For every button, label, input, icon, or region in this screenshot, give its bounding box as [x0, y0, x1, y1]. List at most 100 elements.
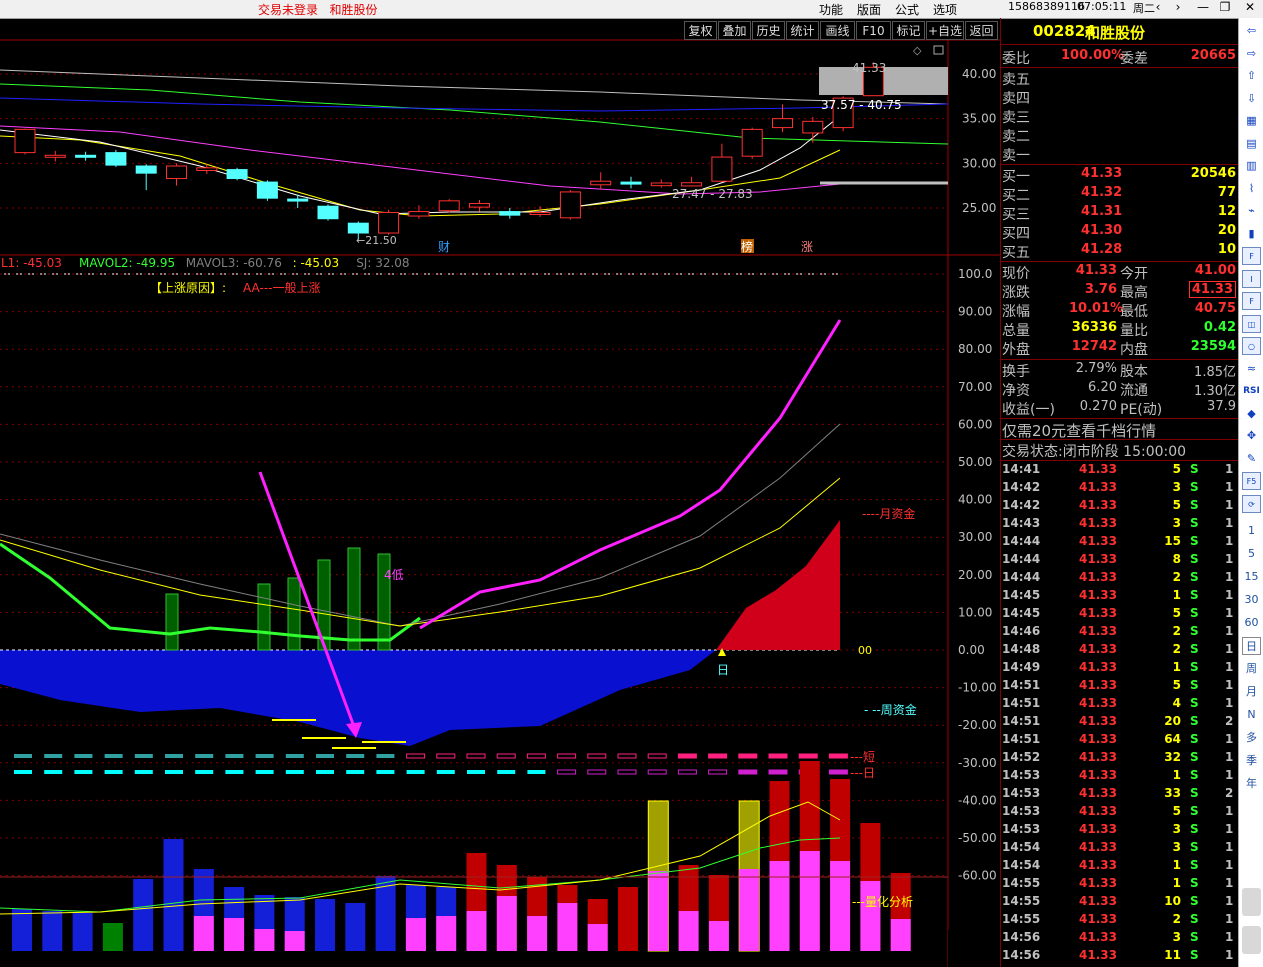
sell-row[interactable]: 卖一 — [1001, 144, 1238, 164]
tick-row[interactable]: 14:55 41.33 2 S 1 — [1001, 911, 1238, 929]
menu-layout[interactable]: 版面 — [857, 1, 881, 18]
btn-fuquan[interactable]: 复权 — [684, 21, 717, 40]
btn-back[interactable]: 返回 — [965, 21, 998, 40]
buy-row[interactable]: 买三 41.31 12 — [1001, 203, 1238, 223]
refresh-icon[interactable]: ⟳ — [1242, 494, 1261, 513]
period-60[interactable]: 60 — [1242, 614, 1261, 632]
period-N[interactable]: N — [1242, 706, 1261, 724]
tick-row[interactable]: 14:53 41.33 33 S 2 — [1001, 785, 1238, 803]
tick-row[interactable]: 14:56 41.33 3 S 1 — [1001, 929, 1238, 947]
buy-row[interactable]: 买一 41.33 20546 — [1001, 165, 1238, 185]
period-周[interactable]: 周 — [1242, 660, 1261, 678]
period-年[interactable]: 年 — [1242, 775, 1261, 793]
buy-row[interactable]: 买二 41.32 77 — [1001, 184, 1238, 204]
kline-icon[interactable]: ▥ — [1242, 157, 1261, 175]
chart-area[interactable]: 40.00 35.00 30.00 25.00 ◇ 41.33 37.57 - 40.75 2… — [0, 18, 1000, 967]
period-15[interactable]: 15 — [1242, 568, 1261, 586]
tick-row[interactable]: 14:53 41.33 3 S 1 — [1001, 821, 1238, 839]
minimize-icon[interactable]: — — [1193, 0, 1213, 14]
tick-row[interactable]: 14:55 41.33 1 S 1 — [1001, 875, 1238, 893]
tick-row[interactable]: 14:49 41.33 1 S 1 — [1001, 659, 1238, 677]
circle-icon[interactable]: ○ — [1242, 337, 1261, 355]
tick-row[interactable]: 14:46 41.33 2 S 1 — [1001, 623, 1238, 641]
tick-row[interactable]: 14:55 41.33 10 S 1 — [1001, 893, 1238, 911]
back-arrow-icon[interactable]: ‹ — [1148, 0, 1168, 14]
tick-row[interactable]: 14:54 41.33 3 S 1 — [1001, 839, 1238, 857]
tick-row[interactable]: 14:53 41.33 1 S 1 — [1001, 767, 1238, 785]
stat-value: 6.20 — [1088, 380, 1117, 395]
period-5[interactable]: 5 — [1242, 545, 1261, 563]
tick-row[interactable]: 14:44 41.33 8 S 1 — [1001, 551, 1238, 569]
tick-row[interactable]: 14:42 41.33 5 S 1 — [1001, 497, 1238, 515]
sell-row[interactable]: 卖二 — [1001, 125, 1238, 145]
btn-mark[interactable]: 标记 — [892, 21, 925, 40]
bars-icon[interactable]: ▮ — [1242, 225, 1261, 243]
promo-link[interactable]: 仅需20元查看千档行情 — [1001, 419, 1238, 441]
btn-add-favorite[interactable]: +自选 — [926, 21, 964, 40]
btn-draw[interactable]: 画线 — [820, 21, 855, 40]
f5-icon[interactable]: F5 — [1242, 472, 1261, 490]
arrow-left-icon[interactable]: ⇦ — [1242, 22, 1261, 40]
buy-row[interactable]: 买五 41.28 10 — [1001, 241, 1238, 261]
f2-icon[interactable]: F — [1242, 292, 1261, 310]
chart-canvas[interactable]: 40.00 35.00 30.00 25.00 ◇ 41.33 37.57 - 40.75 2… — [0, 18, 1000, 967]
period-日[interactable]: 日 — [1242, 637, 1261, 655]
tick-row[interactable]: 14:43 41.33 3 S 1 — [1001, 515, 1238, 533]
menu-formula[interactable]: 公式 — [895, 1, 919, 18]
tick-row[interactable]: 14:53 41.33 5 S 1 — [1001, 803, 1238, 821]
tick-row[interactable]: 14:48 41.33 2 S 1 — [1001, 641, 1238, 659]
tick-row[interactable]: 14:56 41.33 11 S 1 — [1001, 947, 1238, 965]
tick-row[interactable]: 14:51 41.33 5 S 1 — [1001, 677, 1238, 695]
forward-arrow-icon[interactable]: › — [1168, 0, 1188, 14]
buy-row[interactable]: 买四 41.30 20 — [1001, 222, 1238, 242]
menu-options[interactable]: 选项 — [933, 1, 957, 18]
wave-icon[interactable]: ≈ — [1242, 360, 1261, 378]
sell-row[interactable]: 卖四 — [1001, 87, 1238, 107]
period-月[interactable]: 月 — [1242, 683, 1261, 701]
login-notice-text[interactable]: 交易未登录 — [258, 3, 318, 17]
scroll-down-icon[interactable] — [1242, 926, 1261, 954]
tick-row[interactable]: 14:54 41.33 1 S 1 — [1001, 857, 1238, 875]
tick-row[interactable]: 14:51 41.33 20 S 2 — [1001, 713, 1238, 731]
sell-row[interactable]: 卖五 — [1001, 68, 1238, 88]
arrow-down-icon[interactable]: ⇩ — [1242, 90, 1261, 108]
menu-function[interactable]: 功能 — [819, 1, 843, 18]
btn-f10[interactable]: F10 — [856, 21, 891, 40]
tick-row[interactable]: 14:44 41.33 2 S 1 — [1001, 569, 1238, 587]
period-多[interactable]: 多 — [1242, 729, 1261, 747]
arrow-right-icon[interactable]: ⇨ — [1242, 45, 1261, 63]
chart-icon[interactable]: ▦ — [1242, 112, 1261, 130]
restore-icon[interactable]: ❐ — [1215, 0, 1235, 14]
close-icon[interactable]: ✕ — [1240, 0, 1260, 14]
tick-row[interactable]: 14:52 41.33 32 S 1 — [1001, 749, 1238, 767]
grid-icon[interactable]: ▤ — [1242, 135, 1261, 153]
diamond-icon[interactable]: ◆ — [1242, 405, 1261, 423]
sell-row[interactable]: 卖三 — [1001, 106, 1238, 126]
scroll-up-icon[interactable] — [1242, 888, 1261, 916]
period-1[interactable]: 1 — [1242, 522, 1261, 540]
rsi-icon[interactable]: RSI — [1242, 382, 1261, 400]
tick-row[interactable]: 14:51 41.33 4 S 1 — [1001, 695, 1238, 713]
tick-row[interactable]: 14:45 41.33 1 S 1 — [1001, 587, 1238, 605]
promo-text[interactable]: 仅需20元查看千档行情 — [1002, 420, 1156, 441]
btn-history[interactable]: 历史 — [752, 21, 785, 40]
tick-row[interactable]: 14:44 41.33 15 S 1 — [1001, 533, 1238, 551]
line-chart-icon[interactable]: ⌇ — [1242, 180, 1261, 198]
fm-icon[interactable]: F — [1242, 247, 1261, 265]
tally-icon[interactable]: I — [1242, 269, 1261, 288]
tick-row[interactable]: 14:51 41.33 64 S 1 — [1001, 731, 1238, 749]
move-icon[interactable]: ✥ — [1242, 427, 1261, 445]
period-30[interactable]: 30 — [1242, 591, 1261, 609]
login-notice[interactable]: 交易未登录 和胜股份 — [258, 1, 377, 18]
arrow-up-icon[interactable]: ⇧ — [1242, 67, 1261, 85]
pencil-icon[interactable]: ✎ — [1242, 450, 1261, 468]
btn-stats[interactable]: 统计 — [786, 21, 819, 40]
btn-overlay[interactable]: 叠加 — [718, 21, 751, 40]
trend-icon[interactable]: ⌁ — [1242, 202, 1261, 220]
tick-row[interactable]: 14:41 41.33 5 S 1 — [1001, 461, 1238, 479]
box-icon[interactable]: ◫ — [1242, 314, 1261, 333]
period-季[interactable]: 季 — [1242, 752, 1261, 770]
tick-row[interactable]: 14:45 41.33 5 S 1 — [1001, 605, 1238, 623]
tick-row[interactable]: 14:42 41.33 3 S 1 — [1001, 479, 1238, 497]
tick-count: 1 — [1225, 750, 1234, 764]
